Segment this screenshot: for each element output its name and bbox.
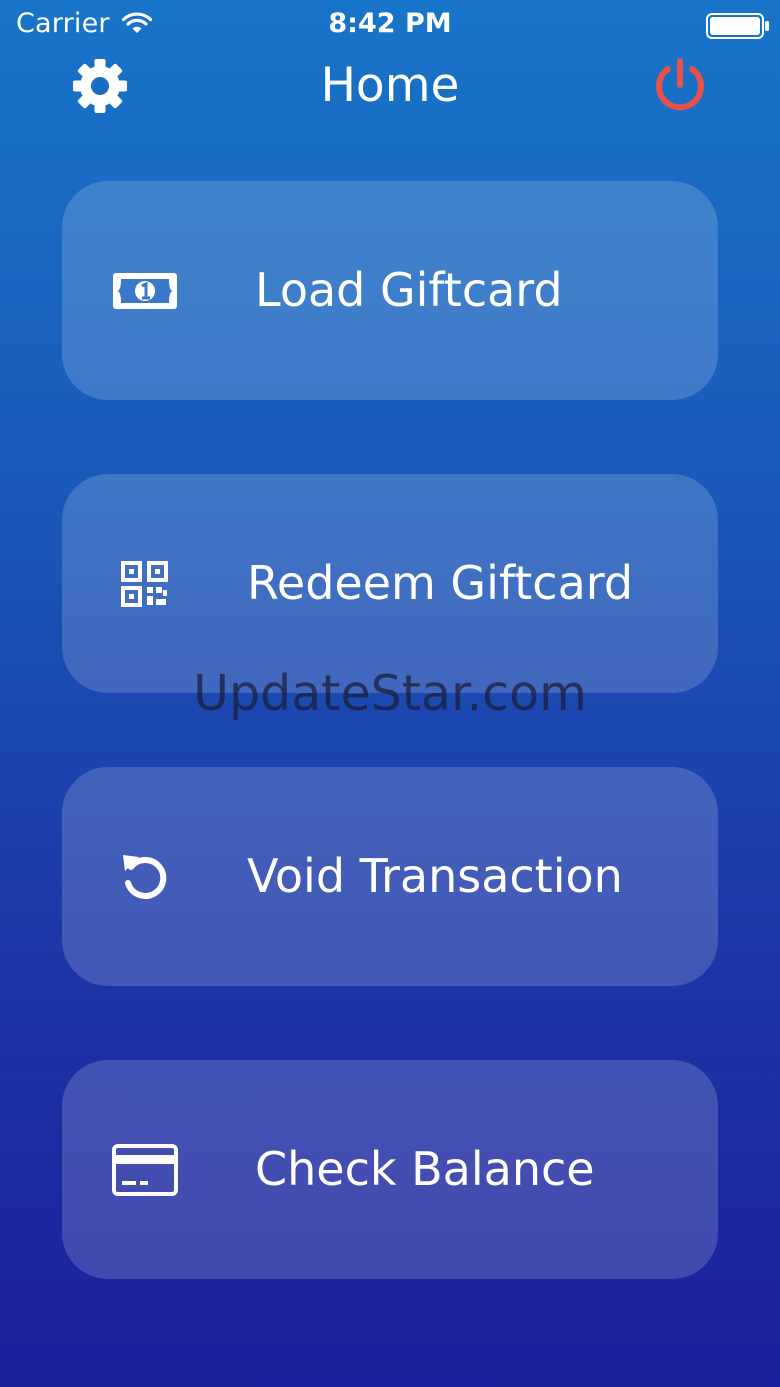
load-giftcard-label: Load Giftcard xyxy=(255,263,563,317)
void-transaction-button[interactable]: Void Transaction xyxy=(62,767,718,986)
battery-full-icon xyxy=(706,13,769,39)
check-balance-button[interactable]: Check Balance xyxy=(62,1060,718,1279)
banknote-icon xyxy=(110,257,180,325)
load-giftcard-button[interactable]: Load Giftcard xyxy=(62,181,718,400)
logout-button[interactable] xyxy=(648,54,712,118)
undo-icon xyxy=(110,843,180,911)
status-time: 8:42 PM xyxy=(328,8,452,39)
qr-code-icon xyxy=(110,550,180,618)
status-bar: Carrier 8:42 PM xyxy=(0,0,780,50)
void-transaction-label: Void Transaction xyxy=(247,849,623,903)
nav-bar: Home xyxy=(0,50,780,130)
credit-card-icon xyxy=(110,1136,180,1204)
check-balance-label: Check Balance xyxy=(255,1142,595,1196)
redeem-giftcard-label: Redeem Giftcard xyxy=(247,556,634,610)
home-menu: Load Giftcard Redeem Giftcard Void Trans… xyxy=(62,181,718,1353)
redeem-giftcard-button[interactable]: Redeem Giftcard xyxy=(62,474,718,693)
power-icon xyxy=(656,58,704,111)
